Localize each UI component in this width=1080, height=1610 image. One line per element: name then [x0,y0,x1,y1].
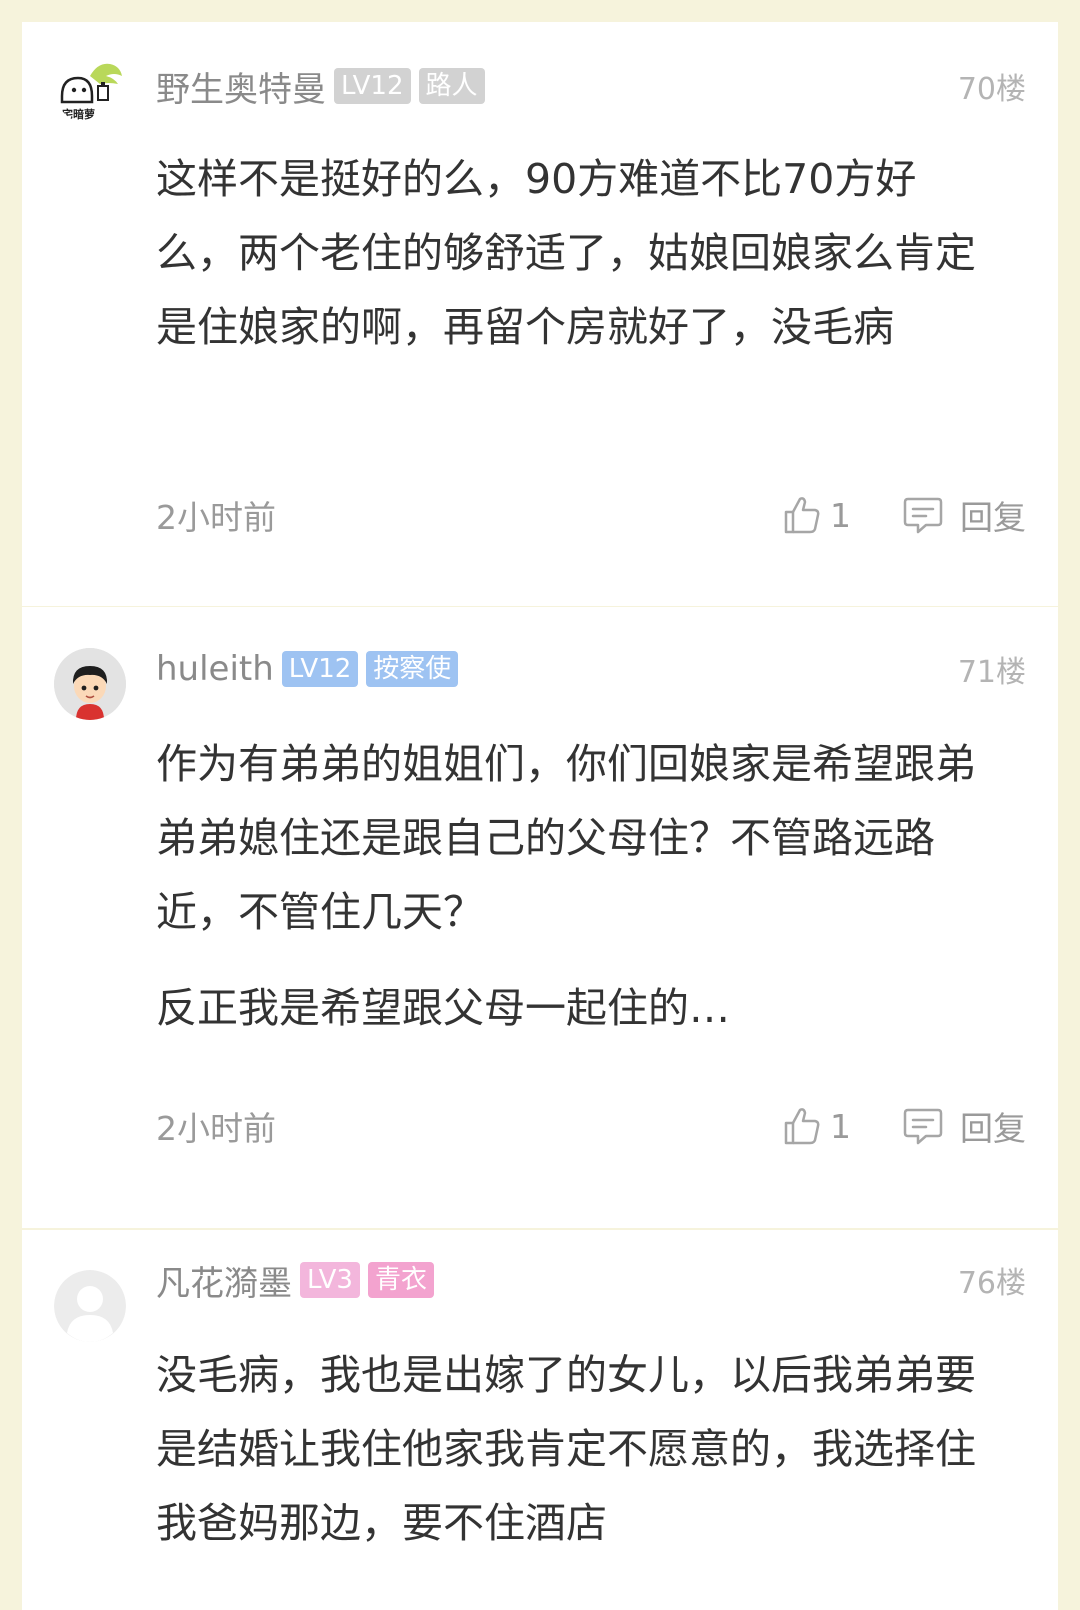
reply-button[interactable]: 回复 [902,1102,1026,1150]
thumbs-up-icon [784,497,820,534]
avatar[interactable]: 宅暗萝 [54,52,126,124]
reply-label: 回复 [960,498,1026,537]
comment-text: 这样不是挺好的么，90方难道不比70方好么，两个老住的够舒适了，姑娘回娘家么肯定… [156,142,996,364]
username[interactable]: huleith [156,649,274,689]
username[interactable]: 野生奥特曼 [156,62,326,111]
comment-paragraph: 这样不是挺好的么，90方难道不比70方好么，两个老住的够舒适了，姑娘回娘家么肯定… [156,155,976,351]
avatar-caption: 宅暗萝 [62,108,95,121]
title-badge: 路人 [418,68,485,104]
comment-text: 没毛病，我也是出嫁了的女儿，以后我弟弟要是结婚让我住他家我肯定不愿意的，我选择住… [156,1338,996,1560]
like-button[interactable]: 1 [782,1105,852,1147]
comment-text: 作为有弟弟的姐姐们，你们回娘家是希望跟弟弟弟媳住还是跟自己的父母住？不管路远路近… [156,727,996,1045]
level-badge: LV12 [281,651,359,687]
level-badge: LV3 [300,1262,360,1298]
default-avatar-icon [54,1270,126,1342]
comment-card: 凡花漪墨 LV3 青衣 76楼 没毛病，我也是出嫁了的女儿，以后我弟弟要是结婚让… [22,1230,1058,1610]
timestamp: 2小时前 [156,498,276,537]
floor-number: 71楼 [957,655,1026,690]
avatar-boy-icon [54,648,126,720]
like-count: 1 [830,495,851,535]
avatar[interactable] [54,648,126,720]
avatar[interactable] [54,1270,126,1342]
level-badge: LV12 [334,68,411,104]
comment-paragraph: 作为有弟弟的姐姐们，你们回娘家是希望跟弟弟弟媳住还是跟自己的父母住？不管路远路近… [156,740,976,936]
comment-bubble-icon [903,497,943,534]
reply-label: 回复 [960,1109,1026,1148]
like-button[interactable]: 1 [782,494,852,536]
comment-paragraph: 没毛病，我也是出嫁了的女儿，以后我弟弟要是结婚让我住他家我肯定不愿意的，我选择住… [156,1351,976,1547]
floor-number: 70楼 [957,72,1026,107]
comment-card: 宅暗萝 野生奥特曼 LV12 路人 70楼 这样不是挺好的么，90方难道不比70… [22,22,1058,606]
reply-button[interactable]: 回复 [902,491,1026,539]
title-badge: 按察使 [366,651,459,687]
title-badge: 青衣 [367,1262,434,1298]
comment-bubble-icon [903,1108,943,1145]
like-count: 1 [830,1106,851,1146]
comment-paragraph: 反正我是希望跟父母一起住的… [156,984,730,1032]
timestamp: 2小时前 [156,1109,276,1148]
comment-card: huleith LV12 按察使 71楼 作为有弟弟的姐姐们，你们回娘家是希望跟… [22,607,1058,1228]
thumbs-up-icon [784,1108,820,1145]
floor-number: 76楼 [957,1266,1026,1301]
username[interactable]: 凡花漪墨 [156,1256,292,1305]
